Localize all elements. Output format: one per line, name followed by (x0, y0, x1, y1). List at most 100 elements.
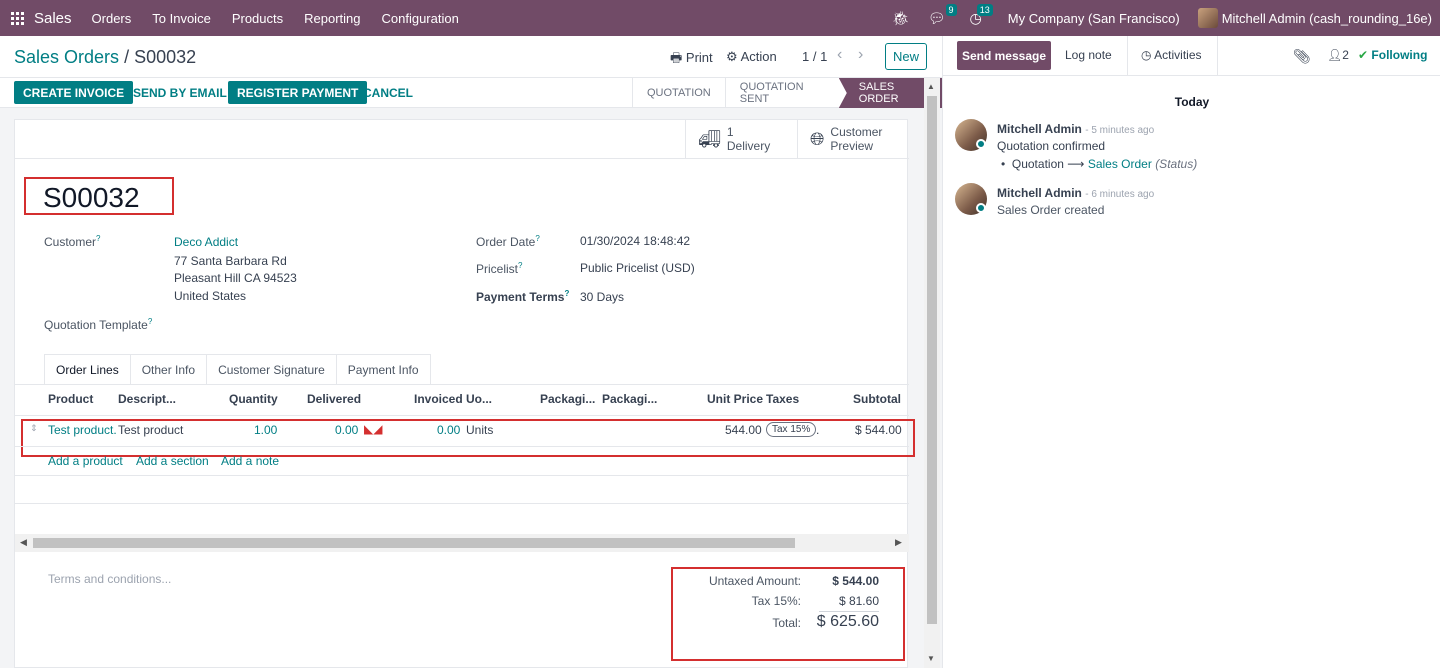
debug-bug-icon[interactable]: 🐞︎ (892, 10, 910, 27)
message-body: Sales Order created (997, 203, 1105, 217)
vertical-scrollbar-thumb[interactable] (927, 96, 937, 624)
chatter-panel: Send message Log note ◷ Activities 📎︎ 👤︎… (942, 36, 1440, 668)
scroll-left-icon[interactable]: ◀ (20, 537, 27, 548)
app-name[interactable]: Sales (34, 10, 72, 27)
highlight-order-line (21, 419, 915, 457)
order-date-field[interactable]: 01/30/2024 18:48:42 (580, 234, 690, 248)
tab-customer-signature[interactable]: Customer Signature (206, 354, 337, 384)
stage-quotation-sent[interactable]: QUOTATION SENT (724, 78, 839, 108)
apps-menu-icon[interactable] (0, 0, 34, 36)
menu-configuration[interactable]: Configuration (382, 11, 459, 26)
smart-buttons-divider (15, 158, 909, 159)
message-time: - 6 minutes ago (1085, 189, 1155, 200)
row-divider (15, 475, 909, 476)
cancel-button[interactable]: CANCEL (354, 81, 422, 104)
tab-order-lines[interactable]: Order Lines (44, 354, 131, 384)
chatter-divider (1127, 36, 1128, 76)
scroll-down-icon[interactable]: ▼ (927, 654, 935, 663)
stage-quotation[interactable]: QUOTATION (632, 78, 725, 108)
vertical-scrollbar[interactable]: ▲ ▼ (924, 78, 940, 668)
order-date-label: Order Date? (476, 234, 540, 249)
col-product[interactable]: Product (48, 392, 93, 406)
message-body: Quotation confirmed (997, 139, 1106, 153)
menu-products[interactable]: Products (232, 11, 283, 26)
pricelist-field[interactable]: Public Pricelist (USD) (580, 261, 695, 275)
customer-field[interactable]: Deco Addict (174, 235, 238, 249)
following-button[interactable]: ✔ Following (1358, 48, 1427, 62)
scroll-right-icon[interactable]: ▶ (895, 537, 902, 548)
user-menu[interactable]: Mitchell Admin (cash_rounding_16e) (1222, 11, 1432, 26)
menu-reporting[interactable]: Reporting (304, 11, 360, 26)
menu-to-invoice[interactable]: To Invoice (152, 11, 211, 26)
col-invoiced[interactable]: Invoiced (414, 392, 463, 406)
message-author[interactable]: Mitchell Admin - 6 minutes ago (997, 186, 1154, 200)
horizontal-scrollbar[interactable]: ◀ ▶ (15, 534, 909, 552)
activities-button[interactable]: ◷ Activities (1141, 48, 1202, 62)
followers-button[interactable]: 👤︎2 (1327, 48, 1349, 62)
pricelist-label: Pricelist? (476, 261, 523, 276)
activities-badge: 13 (976, 3, 993, 16)
col-subtotal[interactable]: Subtotal (853, 392, 901, 406)
menu-orders[interactable]: Orders (92, 11, 132, 26)
terms-conditions-input[interactable]: Terms and conditions... (48, 572, 171, 586)
company-switcher[interactable]: My Company (San Francisco) (1008, 11, 1180, 26)
pager-value[interactable]: 1 / 1 (802, 49, 827, 64)
statusbar: CREATE INVOICE SEND BY EMAIL REGISTER PA… (0, 78, 942, 108)
quotation-template-label: Quotation Template? (44, 317, 153, 332)
create-invoice-button[interactable]: CREATE INVOICE (14, 81, 134, 104)
message-author[interactable]: Mitchell Admin - 5 minutes ago (997, 122, 1154, 136)
payment-terms-label: Payment Terms? (476, 289, 570, 304)
col-unit-price[interactable]: Unit Price (707, 392, 763, 406)
messages-icon[interactable]: 💬︎ 9 (928, 3, 957, 27)
customer-preview-button[interactable]: 🌐︎ Customer Preview (797, 120, 909, 158)
pager-next-icon[interactable]: › (858, 46, 863, 64)
user-avatar[interactable] (1197, 8, 1218, 28)
new-button[interactable]: New (885, 43, 927, 70)
tab-payment-info[interactable]: Payment Info (335, 354, 431, 384)
scrollbar-thumb[interactable] (33, 538, 795, 548)
col-packaging[interactable]: Packagi... (602, 392, 657, 406)
send-message-button[interactable]: Send message (957, 41, 1051, 70)
paperclip-icon[interactable]: 📎︎ (1293, 48, 1311, 65)
log-note-button[interactable]: Log note (1065, 48, 1112, 62)
tab-other-info[interactable]: Other Info (129, 354, 208, 384)
col-taxes[interactable]: Taxes (766, 392, 799, 406)
breadcrumb: Sales Orders / S00032 (14, 47, 196, 68)
delivery-smart-button[interactable]: 🚚︎ 1 Delivery (685, 120, 797, 158)
delivery-count: 1 (726, 125, 734, 139)
delivery-label: Delivery (726, 139, 771, 153)
check-icon: ✔ (1358, 48, 1369, 62)
scroll-up-icon[interactable]: ▲ (927, 82, 935, 91)
truck-icon: 🚚︎ (698, 128, 721, 149)
arrow-right-icon: ⟶ (1067, 157, 1085, 171)
col-description[interactable]: Descript... (118, 392, 176, 406)
notebook-tabs: Order Lines Other Info Customer Signatur… (44, 354, 431, 384)
online-status-dot (976, 203, 986, 213)
date-separator: Today (1174, 95, 1210, 109)
add-section-link[interactable]: Add a section (136, 454, 209, 468)
pager-previous-icon[interactable]: ‹ (837, 46, 842, 64)
row-divider (15, 503, 909, 504)
send-by-email-button[interactable]: SEND BY EMAIL (124, 81, 236, 104)
add-product-link[interactable]: Add a product (48, 454, 123, 468)
control-panel: Sales Orders / S00032 🖶︎ Print ⚙︎ Action… (0, 36, 942, 78)
col-quantity[interactable]: Quantity (229, 392, 278, 406)
preview-line2: Preview (830, 139, 874, 153)
col-uom[interactable]: Uo... (466, 392, 492, 406)
col-delivered[interactable]: Delivered (307, 392, 361, 406)
activities-clock-icon[interactable]: ◷ 13 (970, 3, 993, 27)
tracking-value: • Quotation ⟶ Sales Order (Status) (1001, 157, 1198, 171)
print-button[interactable]: 🖶︎ Print (670, 49, 713, 71)
stage-pipeline: QUOTATION QUOTATION SENT SALES ORDER (632, 78, 942, 108)
add-note-link[interactable]: Add a note (221, 454, 279, 468)
breadcrumb-sales-orders[interactable]: Sales Orders (14, 47, 119, 67)
gear-icon: ⚙︎ (726, 49, 738, 64)
messages-badge: 9 (945, 3, 957, 16)
col-packaging-qty[interactable]: Packagi... (540, 392, 595, 406)
top-navbar: Sales Orders To Invoice Products Reporti… (0, 0, 1440, 36)
globe-icon: 🌐︎ (810, 128, 825, 149)
register-payment-button[interactable]: REGISTER PAYMENT (228, 81, 368, 104)
payment-terms-field[interactable]: 30 Days (580, 290, 624, 304)
address-line3: United States (174, 289, 247, 303)
action-button[interactable]: ⚙︎ Action (726, 49, 777, 65)
